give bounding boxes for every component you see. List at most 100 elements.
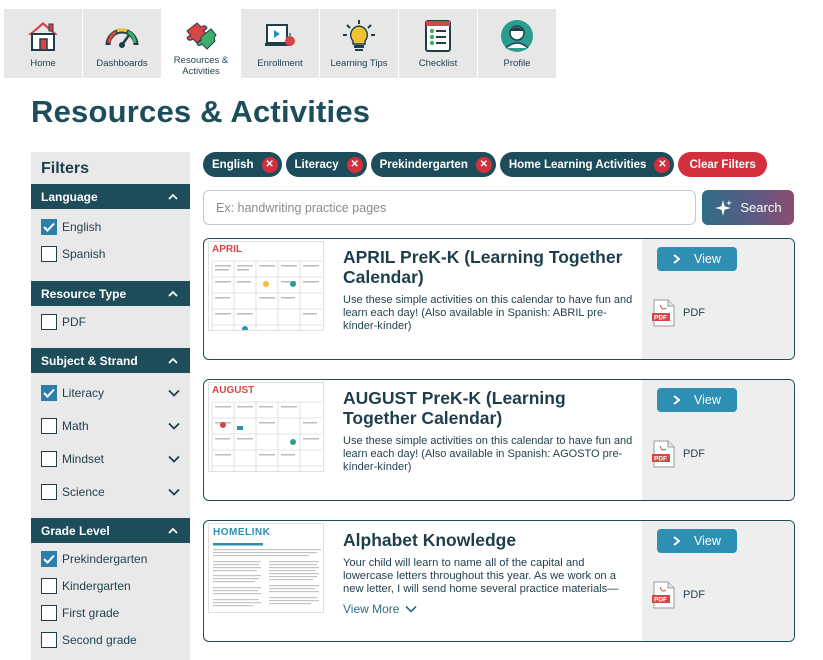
profile-icon [499, 18, 535, 54]
chevron-up-icon [168, 527, 178, 534]
view-button-label: View [694, 393, 721, 407]
resource-thumbnail: APRIL [208, 241, 324, 331]
house-icon [25, 18, 61, 54]
checkbox-checked[interactable] [41, 384, 57, 401]
pdf-download-link[interactable]: PDF PDF [652, 581, 705, 609]
filter-option-kindergarten[interactable]: Kindergarten [31, 572, 190, 599]
pdf-download-link[interactable]: PDF PDF [652, 299, 705, 327]
laptop-apple-icon [262, 18, 298, 54]
filter-option-mindset[interactable]: Mindset [31, 442, 190, 475]
filter-section-language[interactable]: Language [31, 184, 190, 209]
filter-option-label: Mindset [62, 451, 105, 466]
resource-title[interactable]: APRIL PreK-K (Learning Together Calendar… [343, 247, 633, 287]
view-button-label: View [694, 534, 721, 548]
checkbox[interactable] [41, 313, 57, 330]
chevron-up-icon [168, 193, 178, 200]
nav-tab-learning-tips[interactable]: Learning Tips [320, 9, 398, 78]
nav-tab-label: Home [30, 58, 56, 69]
search-input[interactable] [203, 190, 696, 225]
view-button[interactable]: View [657, 247, 737, 271]
filter-chip-english: English ✕ [203, 152, 282, 177]
resource-actions: View PDF PDF [642, 239, 794, 359]
checkbox[interactable] [41, 417, 57, 434]
checkbox[interactable] [41, 483, 57, 500]
puzzle-icon [183, 18, 219, 54]
resource-title[interactable]: AUGUST PreK-K (Learning Together Calenda… [343, 388, 633, 428]
checkbox[interactable] [41, 577, 57, 594]
page-title: Resources & Activities [31, 94, 371, 129]
remove-chip-icon[interactable]: ✕ [654, 156, 671, 173]
filter-option-math[interactable]: Math [31, 409, 190, 442]
filter-option-label: Science [62, 484, 105, 499]
nav-tab-dashboards[interactable]: Dashboards [83, 9, 161, 78]
checkbox[interactable] [41, 631, 57, 648]
chevron-down-icon[interactable] [168, 389, 180, 397]
filter-option-label: English [62, 219, 102, 234]
filter-option-label: Math [62, 418, 89, 433]
thumbnail-heading: AUGUST [212, 385, 255, 396]
nav-tab-label: Checklist [418, 58, 458, 69]
calendar-preview-icon [211, 260, 322, 330]
nav-tab-enrollment[interactable]: Enrollment [241, 9, 319, 78]
nav-tab-label: Resources & Activities [173, 55, 229, 77]
nav-tab-label: Profile [503, 58, 531, 69]
filter-option-label: Literacy [62, 385, 105, 400]
checkbox[interactable] [41, 450, 57, 467]
resource-description: Use these simple activities on this cale… [343, 435, 633, 473]
filter-section-grade-level[interactable]: Grade Level [31, 518, 190, 543]
pdf-download-link[interactable]: PDF PDF [652, 440, 705, 468]
nav-tab-home[interactable]: Home [4, 9, 82, 78]
nav-tab-label: Learning Tips [330, 58, 388, 69]
checkbox[interactable] [41, 245, 57, 262]
filter-option-prekindergarten[interactable]: Prekindergarten [31, 545, 190, 572]
filter-option-second-grade[interactable]: Second grade [31, 626, 190, 653]
filter-option-literacy[interactable]: Literacy [31, 376, 190, 409]
resource-title[interactable]: Alphabet Knowledge [343, 530, 633, 550]
resource-thumbnail: AUGUST [208, 382, 324, 472]
chevron-down-icon[interactable] [168, 488, 180, 496]
remove-chip-icon[interactable]: ✕ [346, 156, 363, 173]
filter-option-english[interactable]: English [31, 213, 190, 240]
chevron-up-icon [168, 290, 178, 297]
filter-option-pdf[interactable]: PDF [31, 308, 190, 335]
filter-section-subject-strand[interactable]: Subject & Strand [31, 348, 190, 373]
nav-tab-resources[interactable]: Resources & Activities [162, 9, 240, 78]
gauge-icon [104, 18, 140, 54]
checklist-icon [420, 18, 456, 54]
filter-section-resource-type[interactable]: Resource Type [31, 281, 190, 306]
resource-thumbnail: HOMELINK [208, 523, 324, 613]
remove-chip-icon[interactable]: ✕ [261, 156, 278, 173]
chevron-right-icon [673, 254, 680, 264]
nav-tab-checklist[interactable]: Checklist [399, 9, 477, 78]
filter-section-title: Language [41, 189, 98, 204]
filter-option-label: Second grade [62, 632, 137, 647]
search-button[interactable]: Search [702, 190, 794, 225]
chevron-right-icon [673, 536, 680, 546]
resource-card: AUGUST AUGUST PreK-K (Learning Together … [203, 379, 795, 501]
view-button[interactable]: View [657, 388, 737, 412]
filter-option-science[interactable]: Science [31, 475, 190, 508]
resource-description: Your child will learn to name all of the… [343, 557, 619, 595]
resource-card: HOMELINK Alphabet Knowledge Your child w… [203, 520, 795, 642]
pdf-file-icon: PDF [652, 299, 675, 327]
view-button[interactable]: View [657, 529, 737, 553]
view-more-link[interactable]: View More [343, 602, 418, 616]
checkbox-checked[interactable] [41, 550, 57, 567]
svg-text:PDF: PDF [654, 456, 667, 463]
filter-chip-prekindergarten: Prekindergarten ✕ [370, 152, 496, 177]
chevron-down-icon[interactable] [168, 422, 180, 430]
lightbulb-icon [341, 18, 377, 54]
filter-chip-literacy: Literacy ✕ [285, 152, 367, 177]
filter-option-label: PDF [62, 314, 86, 329]
svg-text:PDF: PDF [654, 315, 667, 322]
clear-filters-button[interactable]: Clear Filters [678, 152, 767, 177]
remove-chip-icon[interactable]: ✕ [475, 156, 492, 173]
filter-option-spanish[interactable]: Spanish [31, 240, 190, 267]
resource-actions: View PDF PDF [642, 380, 794, 500]
nav-tab-profile[interactable]: Profile [478, 9, 556, 78]
checkbox-checked[interactable] [41, 218, 57, 235]
checkbox[interactable] [41, 604, 57, 621]
chevron-down-icon[interactable] [168, 455, 180, 463]
filter-option-first-grade[interactable]: First grade [31, 599, 190, 626]
filter-section-title: Resource Type [41, 286, 127, 301]
